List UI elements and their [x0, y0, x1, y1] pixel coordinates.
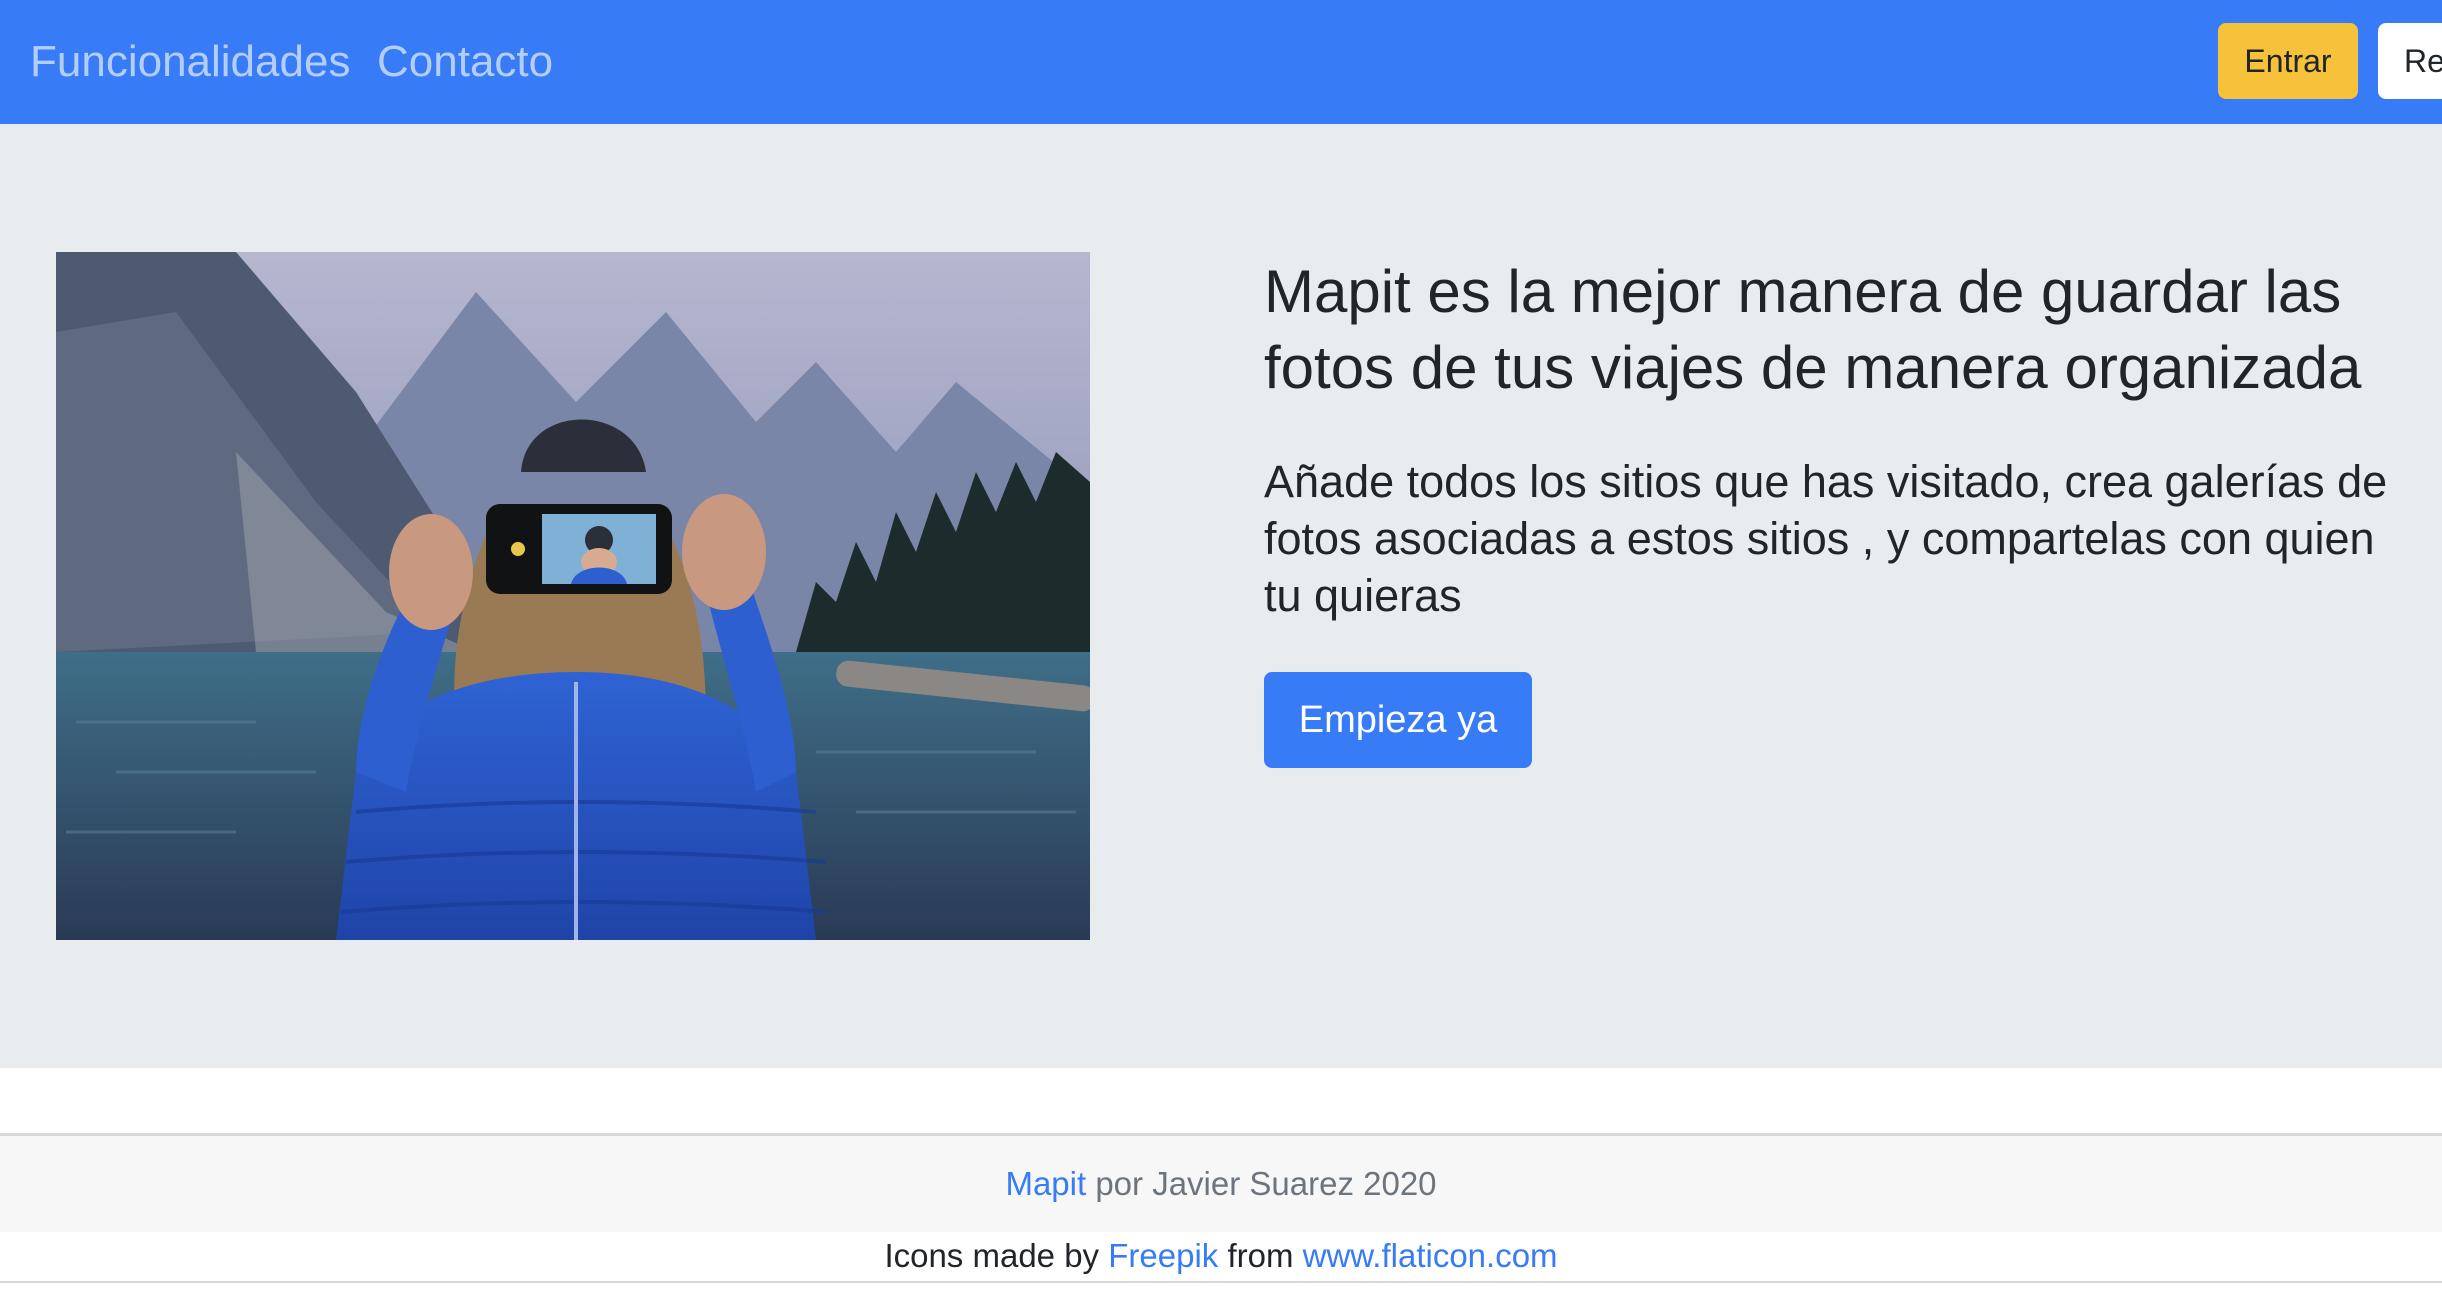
start-now-button[interactable]: Empieza ya [1264, 672, 1532, 768]
credits-prefix: Icons made by [884, 1237, 1100, 1274]
footer-brand-link[interactable]: Mapit [1005, 1165, 1086, 1203]
footer-byline: por Javier Suarez 2020 [1095, 1165, 1437, 1202]
footer: Mapit por Javier Suarez 2020 [0, 1136, 2442, 1232]
register-button[interactable]: Re [2378, 23, 2442, 99]
hero-subtitle: Añade todos los sitios que has visitado,… [1264, 456, 2388, 621]
hero-title: Mapit es la mejor manera de guardar las … [1264, 258, 2362, 401]
nav-link-features[interactable]: Funcionalidades [30, 36, 350, 88]
hero-photo [56, 252, 1090, 940]
top-navbar: Funcionalidades Contacto Entrar Re [0, 0, 2442, 124]
bottom-divider [0, 1281, 2442, 1283]
hero-section: Mapit es la mejor manera de guardar las … [0, 124, 2442, 1068]
icon-credits: Icons made by Freepik from www.flaticon.… [0, 1232, 2442, 1280]
login-button[interactable]: Entrar [2218, 23, 2358, 99]
freepik-link[interactable]: Freepik [1108, 1237, 1218, 1275]
flaticon-link[interactable]: www.flaticon.com [1303, 1237, 1558, 1275]
nav-link-contact[interactable]: Contacto [377, 36, 553, 88]
credits-middle: from [1227, 1237, 1294, 1274]
